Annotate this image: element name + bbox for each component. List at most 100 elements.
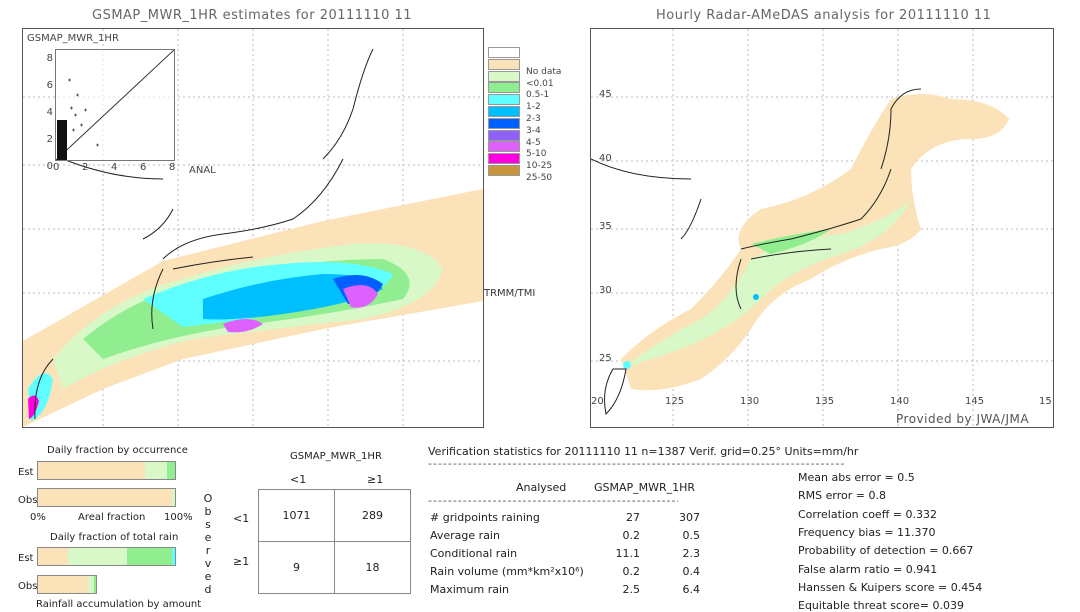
stat-label: # gridpoints raining bbox=[430, 511, 540, 524]
score-line: Frequency bias = 11.370 bbox=[798, 525, 936, 539]
legend-swatch bbox=[488, 47, 520, 58]
swath-label: TRMM/TMI bbox=[484, 288, 536, 299]
right-map-title: Hourly Radar-AMeDAS analysis for 2011111… bbox=[656, 8, 992, 23]
occurrence-obs-bar bbox=[37, 488, 176, 507]
scatter-points bbox=[68, 78, 99, 147]
legend-label: 3-4 bbox=[526, 125, 541, 136]
bar-segment bbox=[38, 548, 69, 565]
legend-label: 0.5-1 bbox=[526, 90, 550, 101]
score-line: Mean abs error = 0.5 bbox=[798, 471, 915, 484]
legend-label: 1-2 bbox=[526, 102, 541, 113]
total-rain-est-bar bbox=[37, 547, 176, 566]
stat-e: 0.5 bbox=[682, 529, 701, 542]
col-label: <1 bbox=[290, 473, 307, 486]
legend-label: No data bbox=[526, 66, 562, 77]
legend-swatch bbox=[488, 165, 520, 176]
inset-ytick: 6 bbox=[46, 80, 53, 91]
axis-left: 0% bbox=[30, 512, 46, 523]
color-legend: No data <0.01 0.5-1 1-2 2-3 3-4 4-5 5-10 10-25 25… bbox=[488, 47, 578, 183]
score-line: Correlation coeff = 0.332 bbox=[798, 507, 937, 521]
lon-label: 145 bbox=[965, 396, 985, 407]
inset-xlabel: ANAL bbox=[189, 165, 216, 176]
cell-obs-lt1-est-ge1: 289 bbox=[334, 489, 411, 542]
legend-label: 2-3 bbox=[526, 114, 541, 124]
stat-label: Rain volume (mm*km²x10⁶) bbox=[430, 565, 584, 578]
cell-obs-lt1-est-lt1: 1071 bbox=[258, 489, 335, 542]
stat-a: 0.2 bbox=[622, 565, 641, 578]
legend-label: 4-5 bbox=[526, 137, 541, 148]
radar-map: 45 40 35 30 25 20 125 130 135 140 145 15… bbox=[590, 28, 1054, 428]
stat-e: 2.3 bbox=[682, 547, 701, 560]
total-rain-footer: Rainfall accumulation by amount bbox=[36, 599, 202, 610]
inset-xtick: 4 bbox=[111, 162, 118, 173]
lon-label: 20 bbox=[591, 396, 604, 407]
bar-segment bbox=[38, 462, 145, 479]
inset-xtick: 2 bbox=[82, 162, 89, 173]
lon-label: 125 bbox=[665, 396, 685, 407]
legend-swatch bbox=[488, 82, 520, 94]
stat-e: 307 bbox=[679, 511, 700, 524]
lat-label: 25 bbox=[599, 353, 612, 364]
lon-label: 135 bbox=[815, 396, 835, 407]
occurrence-est-label: Est bbox=[18, 467, 34, 478]
verification-figure: GSMAP_MWR_1HR estimates for 20111110 11 … bbox=[0, 0, 1080, 612]
col-estimate: GSMAP_MWR_1HR bbox=[594, 481, 696, 494]
contingency-header: GSMAP_MWR_1HR bbox=[290, 451, 382, 462]
cell-obs-ge1-est-lt1: 9 bbox=[258, 541, 335, 594]
stat-e: 0.4 bbox=[682, 565, 701, 578]
lon-label: 140 bbox=[890, 396, 910, 407]
scatter-points-cluster bbox=[57, 120, 67, 160]
divider: ----------------------------------------… bbox=[428, 457, 846, 470]
legend-label: 25-50 bbox=[526, 173, 553, 183]
observed-side-label: Observed bbox=[203, 492, 213, 596]
stat-a: 27 bbox=[626, 511, 640, 524]
legend-swatch bbox=[488, 58, 520, 70]
score-line: Equitable threat score= 0.039 bbox=[798, 599, 964, 612]
left-map-title: GSMAP_MWR_1HR estimates for 20111110 11 bbox=[92, 8, 413, 23]
legend-swatch bbox=[488, 129, 520, 141]
inset-ylabel: GSMAP_MWR_1HR bbox=[27, 33, 119, 44]
lon-label: 130 bbox=[740, 396, 760, 407]
legend-swatch bbox=[488, 117, 520, 129]
lon-label: 15 bbox=[1039, 396, 1052, 407]
one-to-one-line bbox=[55, 49, 175, 161]
lat-label: 45 bbox=[599, 89, 612, 100]
total-rain-obs-bar bbox=[37, 575, 97, 594]
stat-a: 11.1 bbox=[615, 547, 641, 560]
stat-e: 6.4 bbox=[682, 583, 701, 596]
inset-scatter bbox=[55, 49, 175, 161]
row-label: ≥1 bbox=[233, 555, 250, 568]
total-rain-obs-label: Obs bbox=[18, 581, 38, 592]
bar-segment bbox=[172, 489, 175, 506]
lat-label: 40 bbox=[599, 153, 612, 164]
radar-map-canvas bbox=[590, 29, 1053, 427]
score-line: Probability of detection = 0.667 bbox=[798, 544, 974, 558]
legend-swatch bbox=[488, 106, 520, 117]
total-rain-est-label: Est bbox=[18, 553, 34, 564]
bar-segment bbox=[127, 548, 173, 565]
inset-ytick: 4 bbox=[46, 107, 53, 118]
bar-segment bbox=[172, 548, 175, 565]
bar-segment bbox=[93, 576, 96, 593]
inset-xtick: 0 bbox=[53, 162, 60, 173]
stat-a: 2.5 bbox=[622, 583, 641, 596]
legend-swatch bbox=[488, 70, 520, 82]
inset-ytick: 0 bbox=[46, 161, 53, 172]
inset-ytick: 2 bbox=[46, 134, 53, 145]
score-line: False alarm ratio = 0.941 bbox=[798, 562, 938, 576]
total-rain-title: Daily fraction of total rain bbox=[50, 532, 179, 543]
estimate-map: GSMAP_MWR_1HR 8 6 4 2 0 0 2 4 6 8 ANAL bbox=[22, 28, 484, 428]
lat-label: 35 bbox=[599, 221, 612, 232]
stat-label: Conditional rain bbox=[430, 547, 518, 560]
row-label: <1 bbox=[233, 512, 250, 525]
stat-a: 0.2 bbox=[622, 529, 641, 542]
axis-right: 100% bbox=[164, 512, 193, 523]
inset-scatter-canvas bbox=[55, 49, 175, 161]
bar-segment bbox=[38, 576, 88, 593]
bar-segment bbox=[144, 462, 167, 479]
divider: ----------------------------------------… bbox=[428, 494, 678, 507]
occurrence-title: Daily fraction by occurrence bbox=[47, 445, 188, 456]
legend-swatch bbox=[488, 94, 520, 106]
score-line: RMS error = 0.8 bbox=[798, 489, 886, 503]
inset-xtick: 8 bbox=[169, 162, 176, 173]
